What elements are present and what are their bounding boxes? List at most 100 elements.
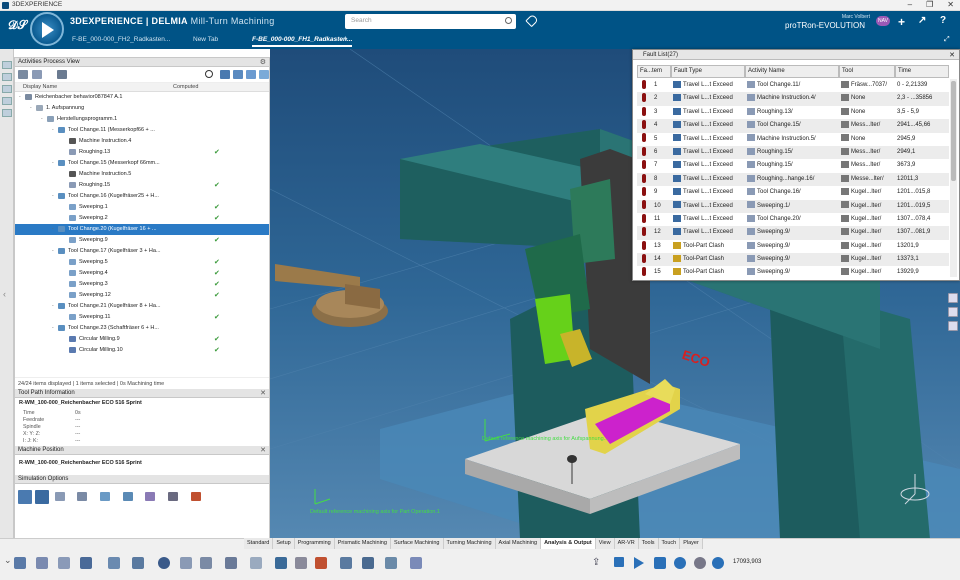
fault-row[interactable]: 14 Tool-Part Clash Sweeping.9/Kugel...lter… [637,253,949,267]
settings-icon[interactable]: ⚙ [260,58,266,66]
workbench-tab[interactable]: Tools [638,538,659,549]
sort-icon[interactable] [233,70,243,79]
tree-row[interactable]: - Tool Change.16 (Kugelfräser25 + H... [15,191,269,202]
column-fault-item[interactable]: Fa...tem [637,65,671,78]
share-icon[interactable]: ↗ [918,15,926,26]
tree-row[interactable]: Roughing.13 ✔ [15,147,269,158]
workbench-tab[interactable]: Standard [244,538,274,549]
material-removal-icon[interactable] [55,492,65,501]
column-display-name[interactable]: Display Name [23,84,57,90]
search-input[interactable]: Search [345,14,516,29]
fullscreen-icon[interactable]: ⤢ [944,33,950,47]
user-info[interactable]: Marc Volbert proTRon-EVOLUTION [785,14,870,30]
fault-row[interactable]: 10 Travel L...t Exceed Sweeping.1/Kugel...… [637,199,949,213]
tree-row[interactable]: Sweeping.1 ✔ [15,202,269,213]
tree-row[interactable]: -1. Aufspannung [15,103,269,114]
step-forward-icon[interactable] [654,557,666,569]
list-icon[interactable] [362,557,374,569]
tree-row[interactable]: - Tool Change.15 (Messerkopf 66mm... [15,158,269,169]
column-fault-type[interactable]: Fault Type [671,65,745,78]
workbench-tab[interactable]: Player [680,538,703,549]
list-icon[interactable] [2,109,12,117]
fault-row[interactable]: 5 Travel L...t Exceed Machine Instruction.… [637,133,949,146]
tree-row[interactable]: Machine Instruction.4 [15,136,269,147]
mode-icon[interactable] [275,557,287,569]
tree-row[interactable]: Sweeping.4 ✔ [15,268,269,279]
tree-row[interactable]: - Tool Change.20 (Kugelfräser 16 + ... [15,224,269,235]
tab-document-active[interactable]: F-BE_000-000_FH1_Radkasten... [252,33,353,47]
collision-icon[interactable] [145,492,155,501]
process-icon[interactable] [2,97,12,105]
undo-icon[interactable] [80,557,92,569]
fault-scrollbar[interactable] [950,79,957,277]
structure-icon[interactable] [57,70,67,79]
speed-icon[interactable] [674,557,686,569]
column-time[interactable]: Time [895,65,949,78]
role-selector[interactable]: proTRon-EVOLUTION [785,21,865,30]
tree-row[interactable]: - Tool Change.17 (Kugelfräser 3 + Ha... [15,246,269,257]
render-tool-icon[interactable] [948,307,958,317]
options-icon[interactable] [246,70,256,79]
display-tool-icon[interactable] [948,321,958,331]
tool-display-icon[interactable] [77,492,87,501]
funnel-icon[interactable] [220,70,230,79]
workbench-tab[interactable]: Programming [294,538,335,549]
export-icon[interactable]: ⇪ [592,557,604,569]
columns-icon[interactable] [259,70,269,79]
workbench-tab[interactable]: Turning Machining [443,538,496,549]
workbench-tab[interactable]: Setup [273,538,295,549]
tree-row[interactable]: Circular Milling.9 ✔ [15,334,269,345]
column-tool[interactable]: Tool [839,65,895,78]
workbench-tab[interactable]: Analysis & Output [541,538,596,549]
fault-row[interactable]: 12 Travel L...t Exceed Sweeping.9/Kugel...… [637,226,949,240]
tree-row[interactable]: Sweeping.11 ✔ [15,312,269,323]
workbench-tab[interactable]: View [595,538,615,549]
fault-row[interactable]: 11 Travel L...t Exceed Tool Change.20/Kuge… [637,213,949,226]
fault-row[interactable]: 7 Travel L...t Exceed Roughing.15/Mess...l… [637,159,949,172]
close-icon[interactable]: ✕ [947,0,954,9]
measure-icon[interactable] [340,557,352,569]
workbench-tab[interactable]: Axial Machining [495,538,542,549]
fault-row[interactable]: 8 Travel L...t Exceed Roughing...hange.16/… [637,172,949,187]
tree-row[interactable]: - Tool Change.21 (Kugelfräser 8 + Ha... [15,301,269,312]
workbench-tab[interactable]: Touch [658,538,681,549]
tree-row[interactable]: - Herstellungsprogramm.1 [15,114,269,125]
machine-position-name[interactable]: R-WM_100-000_Reichenbacher ECO 516 Sprin… [19,460,142,466]
search-icon[interactable] [205,70,213,78]
tree-row[interactable]: Sweeping.3 ✔ [15,279,269,290]
copy-icon[interactable] [36,557,48,569]
snap-icon[interactable] [108,557,120,569]
play-icon[interactable] [634,557,644,569]
view-tool-icon[interactable] [948,293,958,303]
cut-icon[interactable] [14,557,26,569]
minimize-icon[interactable]: – [908,0,912,9]
search-icon[interactable] [505,17,512,24]
workbench-tab[interactable]: Surface Machining [390,538,444,549]
color-icon[interactable] [191,492,201,501]
analysis-icon[interactable] [168,492,178,501]
workbench-tab[interactable]: AR-VR [614,538,639,549]
tree-row[interactable]: Sweeping.2 ✔ [15,213,269,224]
tree-row[interactable]: Roughing.15 ✔ [15,180,269,191]
fault-row[interactable]: 2 Travel L...t Exceed Machine Instruction.… [637,92,949,106]
video-icon[interactable] [225,557,237,569]
tab-new[interactable]: New Tab [193,33,218,47]
tree-row[interactable]: Machine Instruction.5 [15,169,269,180]
settings-icon[interactable] [385,557,397,569]
filter-icon[interactable] [18,70,28,79]
fault-row[interactable]: 15 Tool-Part Clash Sweeping.9/Kugel...lter… [637,266,949,279]
tree-row[interactable]: - Tool Change.23 (Schaftfräser 6 + H... [15,323,269,334]
workbench-tab[interactable]: Prismatic Machining [334,538,391,549]
close-icon[interactable]: ✕ [260,446,266,454]
stop-icon[interactable] [614,557,624,567]
add-tab-icon[interactable]: + [343,33,348,47]
column-computed[interactable]: Computed [173,84,198,90]
toolpath-replay-icon[interactable] [180,557,192,569]
tab-document-1[interactable]: F-BE_000-000_FH2_Radkasten... [72,33,170,47]
paste-icon[interactable] [58,557,70,569]
toolpath-display-icon[interactable] [123,492,133,501]
material-icon[interactable] [315,557,327,569]
analyze-icon[interactable] [250,557,262,569]
add-icon[interactable]: + [898,15,905,29]
report-icon[interactable] [410,557,422,569]
